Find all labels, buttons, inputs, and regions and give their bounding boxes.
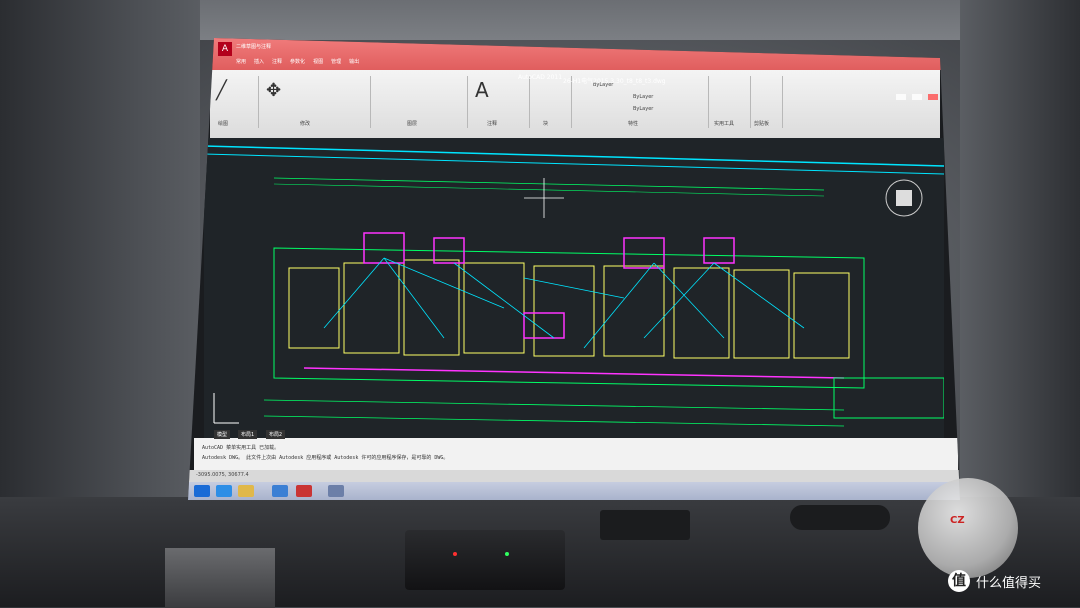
minimize-icon[interactable] <box>896 94 906 100</box>
watermark-logo-icon: 值 <box>948 570 970 592</box>
ribbon-group-annotation[interactable]: A 注释 <box>469 76 530 128</box>
window-controls <box>896 94 938 100</box>
layers-group-label: 图层 <box>407 121 418 127</box>
command-history-line: Autodesk DWG。 此文件上次由 Autodesk 应用程序或 Auto… <box>202 455 449 461</box>
ribbon-group-clipboard[interactable]: 剪贴板 <box>752 76 783 128</box>
clipboard-group-label: 剪贴板 <box>754 121 770 127</box>
ceiling <box>150 0 1010 40</box>
command-history-line: AutoCAD 菜单实用工具 已加载。 <box>202 445 280 451</box>
tab-output[interactable]: 输出 <box>349 58 359 65</box>
utilities-group-label: 实用工具 <box>714 121 735 127</box>
ribbon-group-draw[interactable]: ╱ 绘图 <box>210 76 259 128</box>
projector-device <box>600 510 690 540</box>
legend-table <box>833 377 944 419</box>
drawing-filename: 26-H1电气2015.3.30_t8_t8_t3.dwg <box>563 78 666 85</box>
dimension-line <box>273 183 825 197</box>
power-led <box>453 552 457 556</box>
drawing-viewport[interactable] <box>204 138 944 438</box>
status-bar: -3095.0075, 30677.4 <box>188 470 960 482</box>
ribbon-group-layers[interactable]: 图层 <box>372 76 468 128</box>
modify-group-label: 修改 <box>300 121 311 127</box>
ball-logo: CZ <box>950 515 965 526</box>
linetype-select[interactable]: ByLayer <box>633 94 653 100</box>
tab-manage[interactable]: 管理 <box>331 58 341 65</box>
command-line[interactable]: 模型 布局1 布局2 AutoCAD 菜单实用工具 已加载。 Autodesk … <box>194 430 958 470</box>
lineweight-select[interactable]: ByLayer <box>633 106 653 112</box>
autocad-titlebar: A 常用 插入 注释 参数化 视图 管理 输出 二维草图与注释 <box>188 38 960 70</box>
coordinate-readout: -3095.0075, 30677.4 <box>196 472 249 478</box>
dimension-line <box>263 399 845 411</box>
text-tool-icon[interactable]: A <box>475 78 489 102</box>
axis-line <box>204 153 944 175</box>
tab-annotate[interactable]: 注释 <box>272 58 282 65</box>
viewcube-face <box>896 190 912 206</box>
speaker <box>165 548 275 608</box>
move-tool-icon[interactable]: ✥ <box>266 80 281 101</box>
block-group-label: 块 <box>543 121 549 127</box>
close-icon[interactable] <box>928 94 938 100</box>
ribbon-tab-bar: 常用 插入 注释 参数化 视图 管理 输出 <box>236 58 359 65</box>
app-title: AutoCAD 2011 <box>518 74 563 81</box>
windows-taskbar <box>188 482 960 500</box>
properties-group-label: 特性 <box>628 121 639 127</box>
explorer-icon[interactable] <box>238 485 254 497</box>
tab-model[interactable]: 模型 <box>214 430 231 439</box>
building-outline <box>273 247 865 389</box>
axis-line <box>204 145 944 167</box>
autocad-taskbar-icon[interactable] <box>296 485 312 497</box>
room-walls <box>288 259 850 359</box>
tab-home[interactable]: 常用 <box>236 58 246 65</box>
status-led <box>505 552 509 556</box>
dimension-line <box>263 415 845 427</box>
floor-plan-drawing <box>204 145 944 427</box>
dimension-line <box>273 177 825 191</box>
taskbar-app-icon[interactable] <box>328 485 344 497</box>
watermark-text: 什么值得买 <box>976 575 1042 591</box>
watermark: 值 什么值得买 <box>948 570 1041 592</box>
tab-layout1[interactable]: 布局1 <box>238 430 258 439</box>
amplifier <box>405 530 565 590</box>
annotation-group-label: 注释 <box>487 121 498 127</box>
ribbon-group-modify[interactable]: ✥ 修改 <box>260 76 371 128</box>
router-device <box>790 505 890 530</box>
app-icon[interactable] <box>272 485 288 497</box>
line-tool-icon[interactable]: ╱ <box>216 80 227 101</box>
tab-layout2[interactable]: 布局2 <box>266 430 286 439</box>
ie-icon[interactable] <box>216 485 232 497</box>
autocad-logo-icon[interactable]: A <box>218 42 232 56</box>
projector-screen: A 常用 插入 注释 参数化 视图 管理 输出 二维草图与注释 ╱ 绘图 ✥ 修… <box>188 38 960 500</box>
start-button-icon[interactable] <box>194 485 210 497</box>
maximize-icon[interactable] <box>912 94 922 100</box>
tab-view[interactable]: 视图 <box>313 58 323 65</box>
draw-group-label: 绘图 <box>218 121 229 127</box>
tab-insert[interactable]: 插入 <box>254 58 264 65</box>
ribbon-group-utilities[interactable]: 实用工具 <box>710 76 751 128</box>
workspace-selector[interactable]: 二维草图与注释 <box>236 43 271 50</box>
tab-parametric[interactable]: 参数化 <box>290 58 305 65</box>
